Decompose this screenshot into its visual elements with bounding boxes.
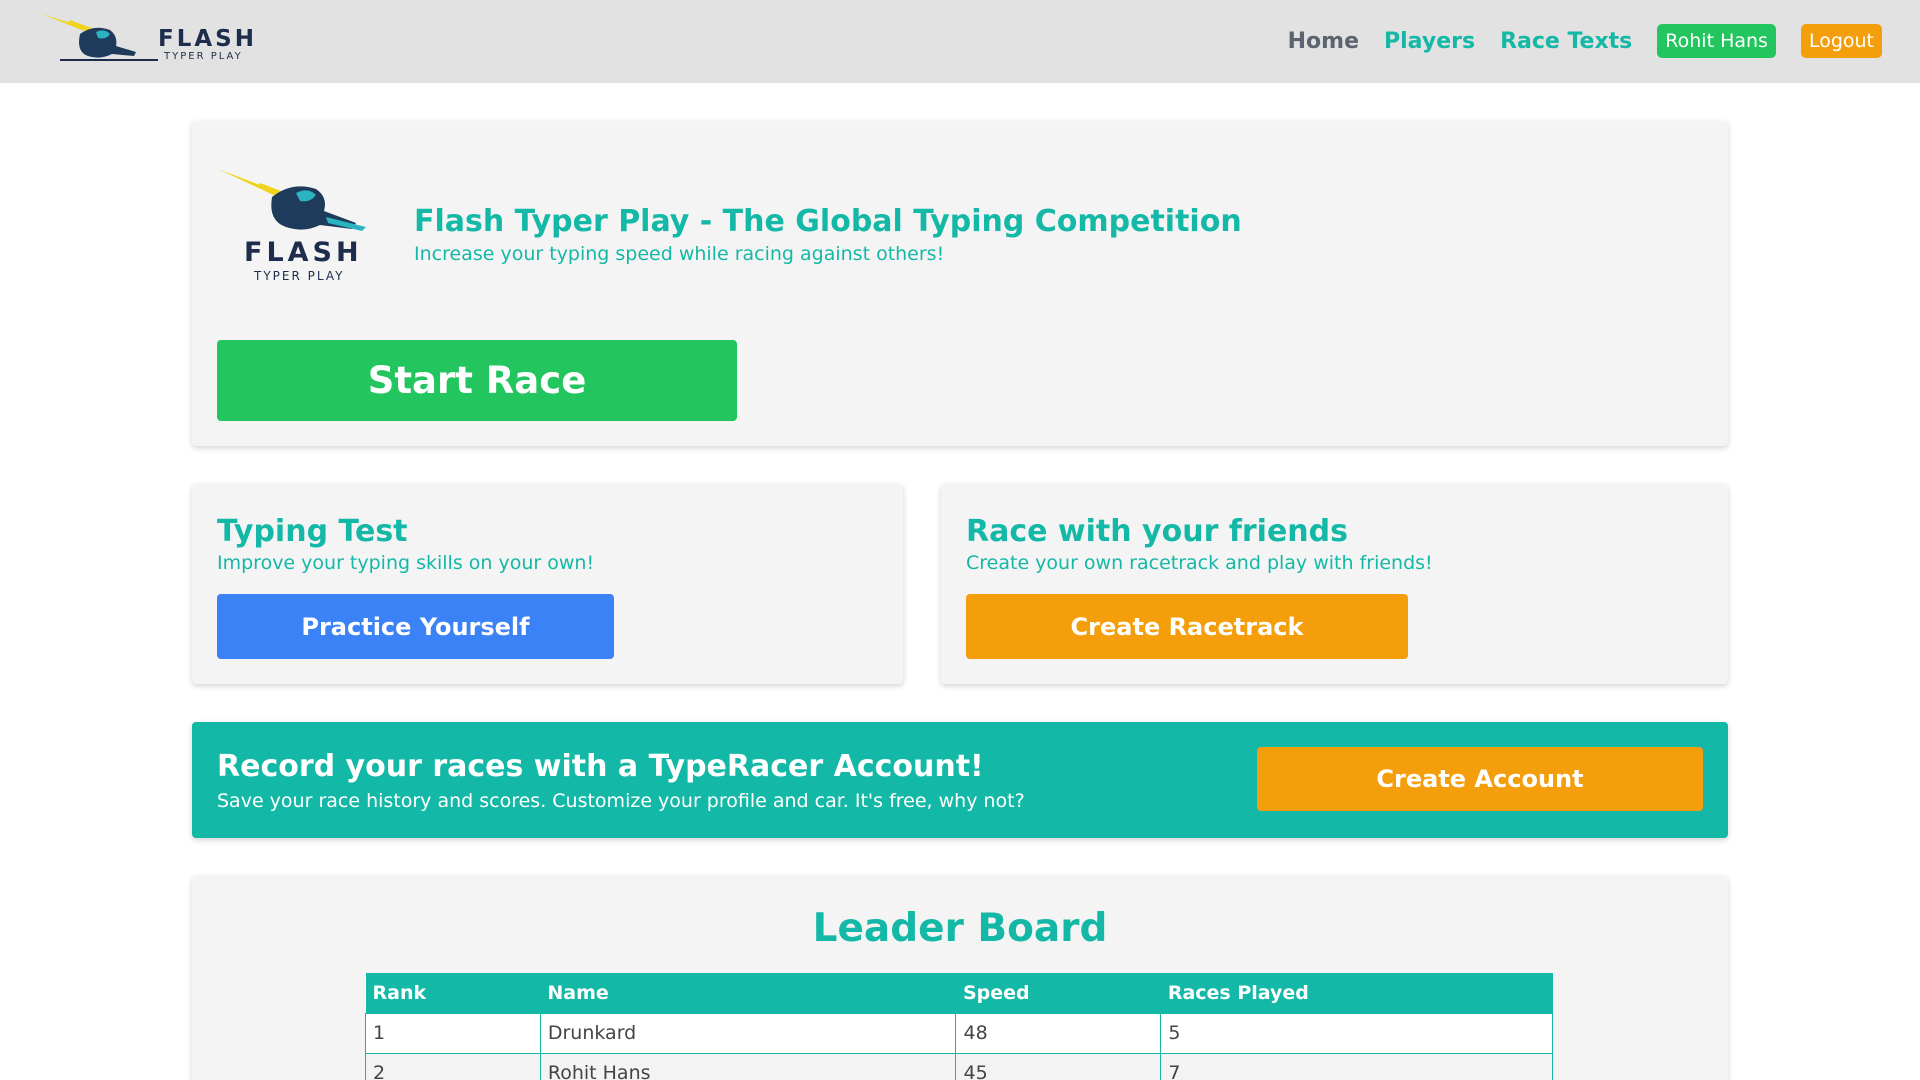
leaderboard-card: Leader Board Rank Name Speed Races Playe… xyxy=(192,876,1728,1080)
race-friends-title: Race with your friends xyxy=(966,514,1348,549)
account-banner: Record your races with a TypeRacer Accou… xyxy=(192,722,1728,838)
account-banner-subtitle: Save your race history and scores. Custo… xyxy=(217,790,1025,812)
table-row: 1 Drunkard 48 5 xyxy=(365,1012,1553,1054)
column-header-speed: Speed xyxy=(955,973,1161,1013)
top-navbar: FLASH TYPER PLAY Home Players Race Texts… xyxy=(0,0,1920,83)
cell-name: Drunkard xyxy=(539,1012,957,1054)
race-friends-subtitle: Create your own racetrack and play with … xyxy=(966,552,1433,574)
hero-card: FLASH TYPER PLAY Flash Typer Play - The … xyxy=(192,121,1728,446)
leaderboard-title: Leader Board xyxy=(812,906,1108,951)
nav-brand: FLASH xyxy=(158,26,257,52)
user-badge[interactable]: Rohit Hans xyxy=(1657,24,1776,58)
zeus-logo-icon xyxy=(42,14,158,61)
typing-test-card: Typing Test Improve your typing skills o… xyxy=(192,484,903,684)
hero-logo-brand: FLASH xyxy=(244,237,363,268)
column-header-name: Name xyxy=(540,973,956,1013)
table-header-row: Rank Name Speed Races Played xyxy=(365,973,1553,1013)
typing-test-title: Typing Test xyxy=(217,514,408,549)
typing-test-subtitle: Improve your typing skills on your own! xyxy=(217,552,595,574)
zeus-logo-icon xyxy=(218,169,366,231)
nav-links: Home Players Race Texts Rohit Hans Logou… xyxy=(1288,24,1882,58)
cell-races-played: 5 xyxy=(1160,1012,1553,1054)
hero-logo: FLASH TYPER PLAY xyxy=(216,167,386,287)
leaderboard-table: Rank Name Speed Races Played 1 Drunkard … xyxy=(365,973,1553,1080)
practice-yourself-button[interactable]: Practice Yourself xyxy=(217,594,614,659)
logout-button[interactable]: Logout xyxy=(1800,24,1882,58)
column-header-races-played: Races Played xyxy=(1160,973,1553,1013)
column-header-rank: Rank xyxy=(365,973,541,1013)
cell-speed: 48 xyxy=(955,1012,1162,1054)
nav-home-link[interactable]: Home xyxy=(1288,29,1359,54)
table-row: 2 Rohit Hans 45 7 xyxy=(365,1052,1553,1080)
hero-subtitle: Increase your typing speed while racing … xyxy=(414,243,945,265)
hero-logo-sub: TYPER PLAY xyxy=(254,269,345,283)
cell-rank: 2 xyxy=(365,1052,541,1080)
race-friends-card: Race with your friends Create your own r… xyxy=(941,484,1728,684)
nav-players-link[interactable]: Players xyxy=(1384,29,1475,54)
cell-name: Rohit Hans xyxy=(539,1052,957,1080)
cell-speed: 45 xyxy=(955,1052,1162,1080)
create-racetrack-button[interactable]: Create Racetrack xyxy=(966,594,1408,659)
cell-races-played: 7 xyxy=(1160,1052,1553,1080)
hero-title: Flash Typer Play - The Global Typing Com… xyxy=(414,204,1242,239)
nav-brand-sub: TYPER PLAY xyxy=(164,51,243,62)
account-banner-title: Record your races with a TypeRacer Accou… xyxy=(217,749,984,784)
create-account-button[interactable]: Create Account xyxy=(1257,747,1703,811)
nav-logo[interactable]: FLASH TYPER PLAY xyxy=(40,12,280,68)
start-race-button[interactable]: Start Race xyxy=(217,340,737,421)
cell-rank: 1 xyxy=(365,1012,541,1054)
nav-race-texts-link[interactable]: Race Texts xyxy=(1500,29,1632,54)
